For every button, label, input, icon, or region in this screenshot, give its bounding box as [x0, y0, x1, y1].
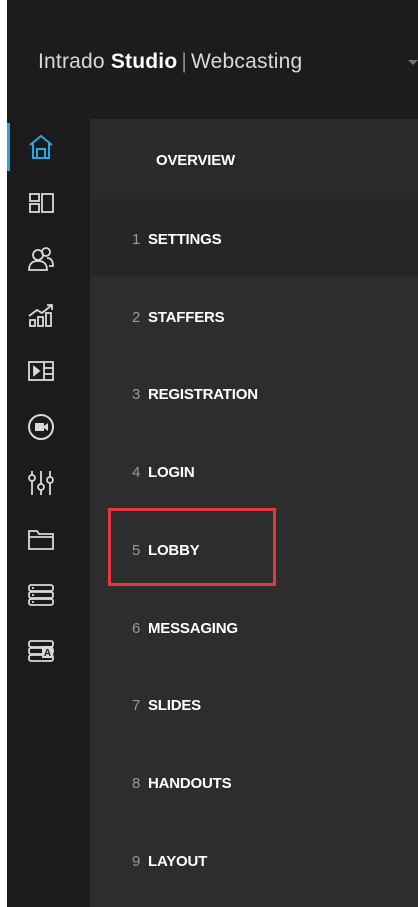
nav-item-label: HANDOUTS [148, 775, 232, 792]
rail-item-database[interactable] [7, 567, 90, 623]
brand-product: Studio [110, 50, 178, 73]
nav-item-number: 6 [132, 620, 141, 637]
nav-item-handouts[interactable]: 8 HANDOUTS [90, 743, 418, 821]
nav-item-number: 4 [132, 464, 141, 481]
chevron-down-icon[interactable] [408, 60, 418, 65]
product-switcher[interactable]: Intrado Studio | Webcasting [38, 50, 302, 74]
app-header: Intrado Studio | Webcasting [7, 0, 418, 119]
nav-item-staffers[interactable]: 2 STAFFERS [90, 277, 418, 355]
lobby-highlight-box [108, 508, 276, 586]
nav-overview[interactable]: OVERVIEW [90, 119, 418, 199]
analytics-chart-icon [28, 304, 53, 327]
media-player-icon [28, 361, 54, 381]
folder-icon [28, 530, 54, 550]
nav-item-label: SLIDES [148, 697, 201, 714]
rail-item-users[interactable] [7, 231, 90, 287]
rail-item-analytics[interactable] [7, 287, 90, 343]
rail-item-home[interactable] [7, 119, 90, 175]
nav-item-number: 9 [132, 853, 141, 870]
rail-item-video[interactable] [7, 399, 90, 455]
nav-item-label: MESSAGING [148, 620, 238, 637]
svg-text:A: A [44, 648, 51, 659]
nav-item-label: LAYOUT [148, 853, 208, 870]
rail-item-server-a[interactable]: A [7, 623, 90, 679]
server-a-icon: A [28, 640, 54, 662]
nav-item-number: 2 [132, 309, 141, 326]
rail-item-files[interactable] [7, 511, 90, 567]
nav-item-number: 1 [132, 231, 141, 248]
nav-overview-label: OVERVIEW [156, 152, 235, 169]
nav-item-label: REGISTRATION [148, 386, 258, 403]
nav-item-number: 8 [132, 775, 141, 792]
rail-item-media[interactable] [7, 343, 90, 399]
nav-item-login[interactable]: 4 LOGIN [90, 432, 418, 510]
sliders-icon [28, 471, 54, 495]
app-frame: Intrado Studio | Webcasting A OVERVIEW 1… [7, 0, 418, 907]
rail-item-sliders[interactable] [7, 455, 90, 511]
home-icon [29, 134, 53, 159]
nav-item-label: STAFFERS [148, 309, 225, 326]
database-icon [28, 584, 54, 606]
nav-item-messaging[interactable]: 6 MESSAGING [90, 588, 418, 666]
brand-prefix: Intrado [38, 50, 105, 73]
nav-item-label: LOGIN [148, 464, 195, 481]
nav-item-number: 3 [132, 386, 141, 403]
nav-item-number: 7 [132, 697, 141, 714]
icon-rail: A [7, 119, 90, 907]
brand-suffix: Webcasting [191, 50, 303, 73]
nav-item-slides[interactable]: 7 SLIDES [90, 665, 418, 743]
rail-item-layout[interactable] [7, 175, 90, 231]
nav-item-settings[interactable]: 1 SETTINGS [90, 199, 418, 277]
video-camera-icon [28, 414, 54, 440]
users-icon [28, 247, 54, 271]
nav-item-label: SETTINGS [148, 231, 222, 248]
layout-grid-icon [29, 193, 54, 213]
nav-item-registration[interactable]: 3 REGISTRATION [90, 354, 418, 432]
nav-item-layout[interactable]: 9 LAYOUT [90, 821, 418, 899]
brand-separator: | [181, 50, 188, 73]
